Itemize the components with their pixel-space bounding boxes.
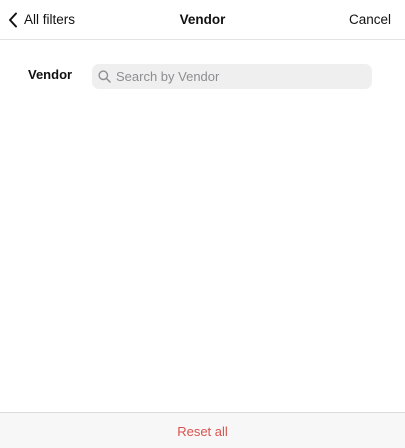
vendor-filter-panel: All filters Vendor Cancel Vendor Reset a… [0,0,405,448]
vendor-search-input[interactable] [116,65,366,88]
vendor-field-label: Vendor [28,67,73,82]
reset-all-button[interactable]: Reset all [0,423,405,441]
back-button[interactable]: All filters [8,9,75,31]
search-icon [98,70,111,83]
chevron-left-icon [8,12,18,28]
footer-bar: Reset all [0,412,405,448]
header-bar: All filters Vendor Cancel [0,0,405,40]
back-button-label: All filters [24,12,76,27]
vendor-search-box[interactable] [92,64,372,89]
cancel-button[interactable]: Cancel [349,10,391,30]
